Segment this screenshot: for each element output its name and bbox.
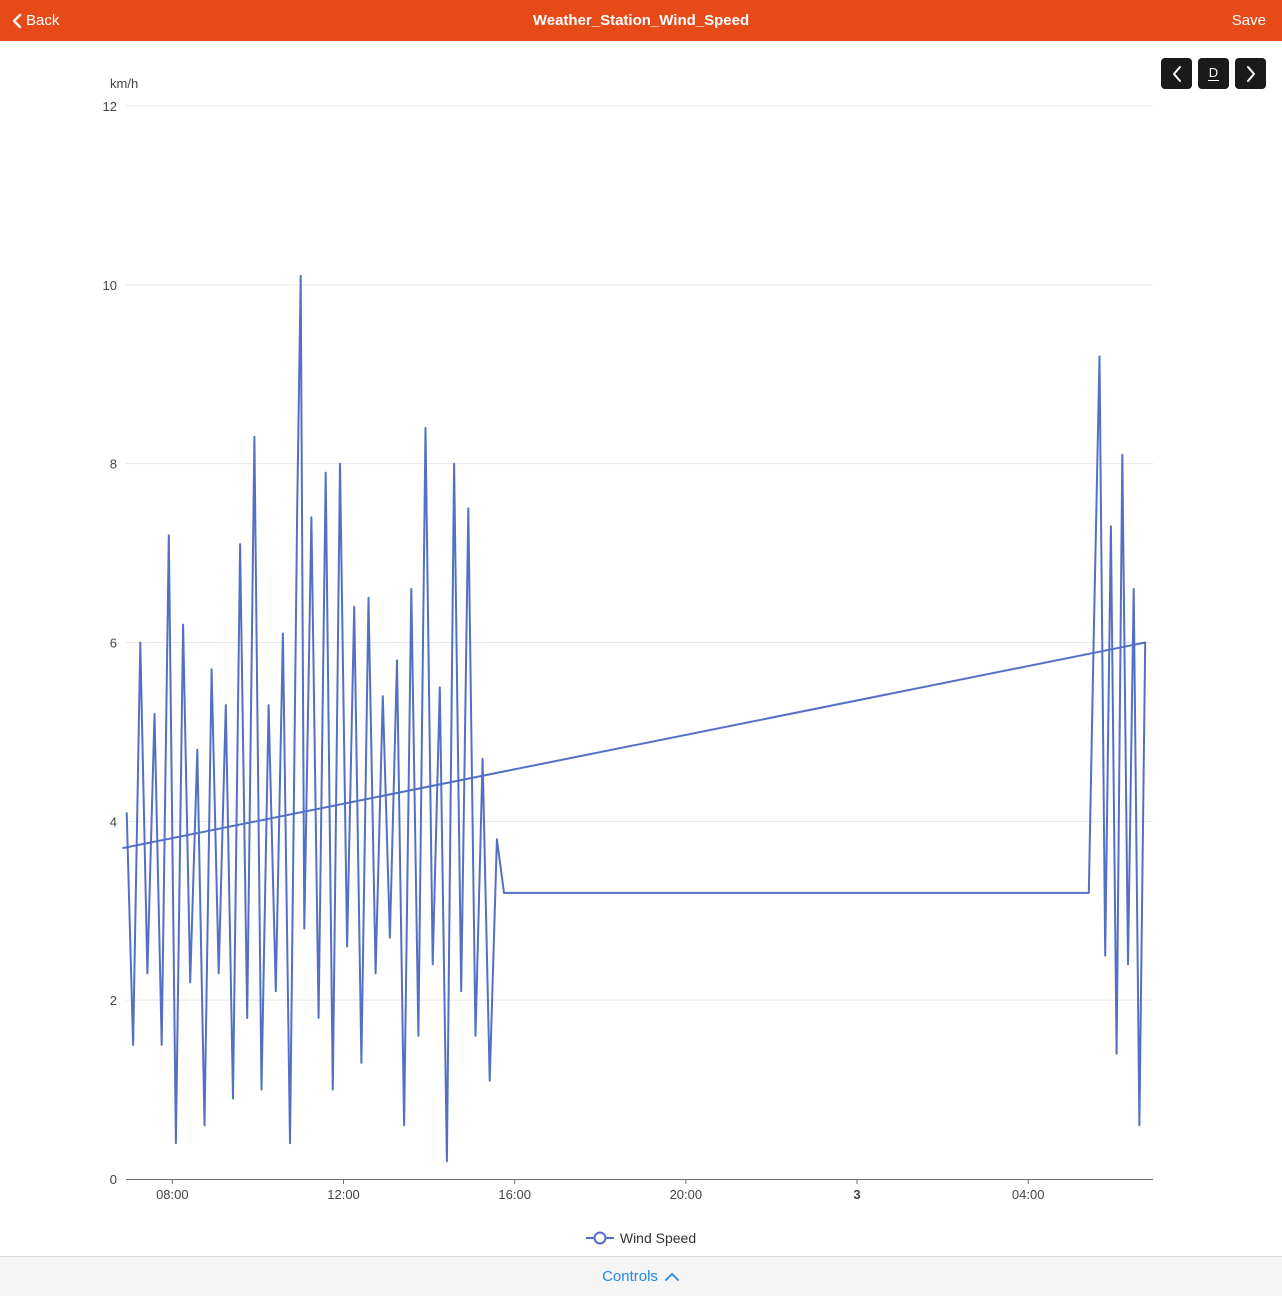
x-tick-label: 20:00 [670,1187,703,1202]
y-axis-label: km/h [110,76,138,91]
legend-line-circle-icon [585,1231,614,1245]
bottom-bar: Controls [0,1256,1282,1296]
x-tick-label: 3 [853,1187,860,1202]
x-tick-label: 16:00 [498,1187,531,1202]
back-label: Back [26,12,60,29]
app-header: Back Weather_Station_Wind_Speed Save [0,0,1282,41]
page-title: Weather_Station_Wind_Speed [532,12,750,29]
series-line-wind-speed [122,274,1147,1163]
y-tick-label: 8 [110,457,117,472]
controls-label: Controls [602,1268,658,1285]
x-tick-label: 04:00 [1012,1187,1045,1202]
y-tick-label: 0 [110,1172,117,1187]
y-tick-label: 4 [110,814,117,829]
x-tick-label: 08:00 [156,1187,189,1202]
y-tick-label: 10 [103,278,117,293]
y-tick-label: 12 [103,99,117,114]
chevron-left-icon [12,13,22,28]
back-button[interactable]: Back [12,0,59,41]
legend-label: Wind Speed [619,1230,697,1246]
save-button[interactable]: Save [1232,0,1266,41]
x-tick-label: 12:00 [327,1187,360,1202]
y-tick-label: 6 [110,636,117,651]
chart-legend[interactable]: Wind Speed [0,1227,1282,1249]
wind-speed-chart: 0 2 4 6 8 10 12 km/h 08:00 12:00 16:00 20:00 3 04:00 [103,76,1153,1202]
controls-button[interactable]: Controls [602,1268,680,1285]
y-tick-label: 2 [110,993,117,1008]
chevron-up-icon [665,1272,679,1281]
